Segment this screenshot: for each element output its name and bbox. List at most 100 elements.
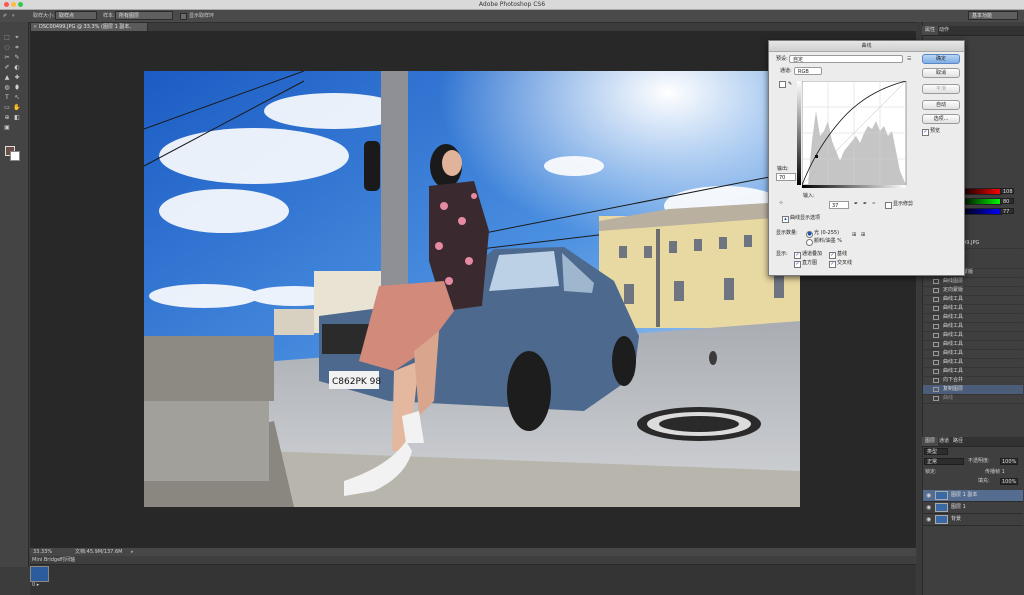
amount-light-radio[interactable]: ● [806,231,813,238]
grid-small-icon[interactable]: ⊞ [852,232,856,239]
tool-icon[interactable]: ◧ [13,114,21,121]
background-color-swatch[interactable] [10,151,20,161]
tab-paths[interactable]: 路径 [950,437,966,446]
blue-slider[interactable] [960,208,1002,215]
layer-thumbnail [935,515,948,524]
history-item-label: 曲线工具 [943,332,964,338]
history-step-icon [933,333,939,338]
channel-overlays-checkbox[interactable]: ✓ [794,252,801,259]
grid-large-icon[interactable]: ⊞ [861,232,865,239]
tab-timeline[interactable]: 时间轴 [60,556,75,564]
channel-select[interactable]: RGB [794,67,822,75]
status-menu-arrow-icon[interactable]: ▸ [131,548,134,556]
layer-row[interactable]: ◉ 图层 1 副本 [923,490,1023,502]
fill-label: 填充: [978,478,990,484]
fill-field[interactable]: 100% [1000,478,1018,485]
chevron-down-icon[interactable]: ▾ [12,12,15,20]
layer-row[interactable]: ◉ 图层 1 [923,502,1023,514]
auto-point-icon[interactable]: ⊹ [779,200,783,207]
ok-button[interactable]: 确定 [922,54,960,64]
tool-icon[interactable]: ◌ [3,44,11,51]
window-titlebar: Adobe Photoshop CS6 [0,0,1024,10]
options-button[interactable]: 选项... [922,114,960,124]
tool-icon[interactable]: ✋ [13,104,21,111]
blue-value[interactable]: 77 [1000,208,1014,215]
options-bar: ✐ ▾ 取样大小: 取样点 样本: 所有图层 显示取样环 基本功能 [0,10,1024,23]
history-item[interactable]: 曲线 [923,394,1023,404]
show-ring-checkbox[interactable] [180,13,187,20]
tool-icon[interactable]: ↖ [13,94,21,101]
baseline-checkbox[interactable]: ✓ [829,252,836,259]
intersection-checkbox[interactable]: ✓ [829,261,836,268]
propagate-frame-label[interactable]: 传播帧 1 [985,469,1005,476]
sample-size-select[interactable]: 取样点 [55,11,97,20]
history-item-label: 曲线工具 [943,359,964,365]
history-item-label: 曲线图层 [943,278,964,284]
histogram-checkbox[interactable]: ✓ [794,261,801,268]
eyedropper-tool-icon[interactable]: ✐ [3,12,7,20]
tool-icon[interactable]: ✚ [13,74,21,81]
output-field[interactable]: 70 [776,173,796,181]
opacity-label: 不透明度: [968,458,990,464]
layer-name: 图层 1 [951,504,966,510]
tool-icon[interactable]: ⬚ [3,34,11,41]
timeline-frame-thumbnail[interactable] [30,566,49,582]
history-step-icon [933,279,939,284]
tool-icon[interactable]: ◍ [3,84,11,91]
opacity-field[interactable]: 100% [1000,458,1018,465]
input-field[interactable]: 37 [829,201,849,209]
tool-icon[interactable]: ▲ [3,74,11,81]
green-slider[interactable] [960,198,1002,205]
display-options-toggle[interactable]: ▴ [782,216,789,223]
document-tab[interactable]: × DSC00499.JPG @ 33.3% (图层 1 副本, RGB/8) … [30,22,148,39]
preview-checkbox[interactable]: ✓ [922,129,929,136]
amount-light-label: 光 (0-255) [814,230,840,236]
blend-mode-select[interactable]: 正常 [924,458,964,465]
show-amount-label: 显示数量: [776,230,798,236]
history-item-label: 曲线工具 [943,341,964,347]
tool-icon[interactable]: ▭ [3,104,11,111]
pencil-icon[interactable]: ✎ [788,81,792,88]
curve-point-tool-icon[interactable] [779,81,786,88]
preset-options-icon[interactable]: ☰ [907,56,911,63]
preset-select[interactable]: 自定 [789,55,903,63]
layer-kind-filter[interactable]: 类型 [924,448,948,455]
eyedropper-gray-icon[interactable]: ✒ [863,201,867,208]
tab-mini-bridge[interactable]: Mini Bridge [32,556,60,564]
cancel-button[interactable]: 取消 [922,68,960,78]
eyedropper-black-icon[interactable]: ✒ [854,201,858,208]
curves-graph[interactable] [802,81,908,189]
smooth-button[interactable]: 平滑 [922,84,960,94]
eye-icon[interactable]: ◉ [926,490,931,501]
license-plate-text: C862PK 98 [332,377,381,387]
tool-icon[interactable]: ⬮ [13,84,21,91]
tool-icon[interactable]: T [3,94,11,101]
workspace-select[interactable]: 基本功能 [968,11,1018,20]
tool-icon[interactable]: ✂ [3,54,11,61]
tool-icon[interactable]: ✐ [3,64,11,71]
green-value[interactable]: 80 [1000,198,1014,205]
tool-icon[interactable]: ⊕ [3,114,11,121]
layer-row[interactable]: ◉ 背景 [923,514,1023,526]
tool-icon[interactable]: ⌗ [13,44,21,51]
input-label: 输入: [803,193,815,199]
preset-label: 预设: [776,56,788,62]
zoom-level[interactable]: 33.33% [33,548,52,556]
tool-icon[interactable]: ✎ [13,54,21,61]
red-value[interactable]: 108 [1000,188,1014,195]
show-clipping-checkbox[interactable] [885,202,892,209]
eye-icon[interactable]: ◉ [926,514,931,525]
history-item-label: 曲线工具 [943,296,964,302]
eye-icon[interactable]: ◉ [926,502,931,513]
red-slider[interactable] [960,188,1002,195]
eyedropper-white-icon[interactable]: ✒ [872,201,876,208]
tool-icon[interactable]: ◐ [13,64,21,71]
auto-button[interactable]: 自动 [922,100,960,110]
amount-pigment-radio[interactable] [806,239,813,246]
tool-icon[interactable]: ▣ [3,124,11,131]
tab-actions[interactable]: 动作 [936,26,952,35]
tool-icon[interactable]: ⌖ [13,34,21,41]
sample-select[interactable]: 所有图层 [115,11,173,20]
frame-delay-label[interactable]: 0 ▸ [32,582,39,588]
document-image[interactable]: C862PK 98 [144,71,800,507]
